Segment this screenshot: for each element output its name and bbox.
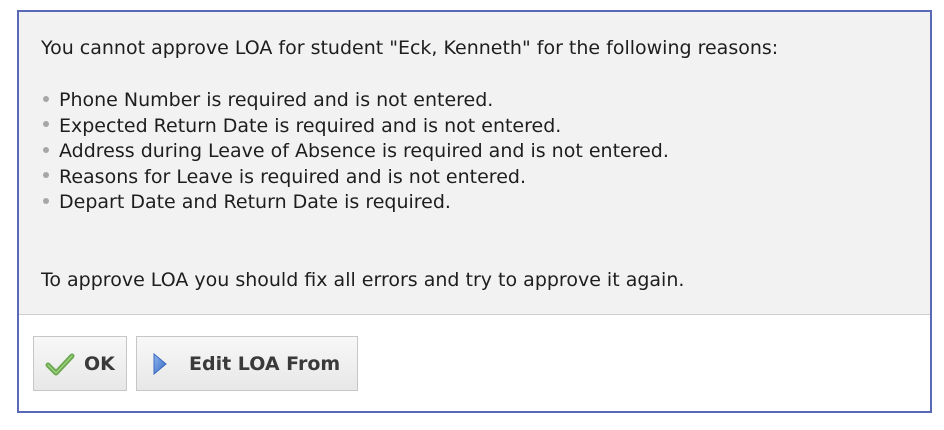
bullet-icon — [43, 95, 49, 102]
bullet-icon — [43, 197, 49, 204]
message-area: You cannot approve LOA for student "Eck,… — [19, 12, 930, 315]
ok-button[interactable]: OK — [33, 336, 127, 391]
bullet-icon — [43, 121, 49, 127]
reason-text: Phone Number is required and is not ente… — [59, 89, 494, 111]
reason-text: Depart Date and Return Date is required. — [59, 191, 451, 213]
reason-text: Address during Leave of Absence is requi… — [59, 140, 669, 162]
play-arrow-icon — [153, 351, 167, 377]
intro-message: You cannot approve LOA for student "Eck,… — [41, 37, 779, 59]
reason-item: Address during Leave of Absence is requi… — [41, 139, 669, 165]
reason-item: Reasons for Leave is required and is not… — [41, 165, 669, 191]
bullet-icon — [43, 172, 49, 178]
reason-text: Reasons for Leave is required and is not… — [59, 165, 526, 188]
reason-item: Phone Number is required and is not ente… — [41, 88, 669, 114]
edit-loa-form-button[interactable]: Edit LOA From — [136, 336, 358, 391]
bullet-icon — [43, 146, 49, 153]
reason-item: Expected Return Date is required and is … — [41, 114, 669, 140]
reasons-list: Phone Number is required and is not ente… — [41, 88, 669, 216]
checkmark-icon — [45, 351, 75, 377]
fix-errors-message: To approve LOA you should fix all errors… — [41, 269, 685, 291]
ok-button-label: OK — [84, 352, 115, 375]
button-bar: OK Edit LOA From — [19, 315, 930, 411]
loa-approval-error-dialog: You cannot approve LOA for student "Eck,… — [17, 10, 932, 413]
reason-text: Expected Return Date is required and is … — [59, 114, 562, 137]
edit-loa-form-button-label: Edit LOA From — [189, 352, 341, 375]
reason-item: Depart Date and Return Date is required. — [41, 190, 669, 216]
